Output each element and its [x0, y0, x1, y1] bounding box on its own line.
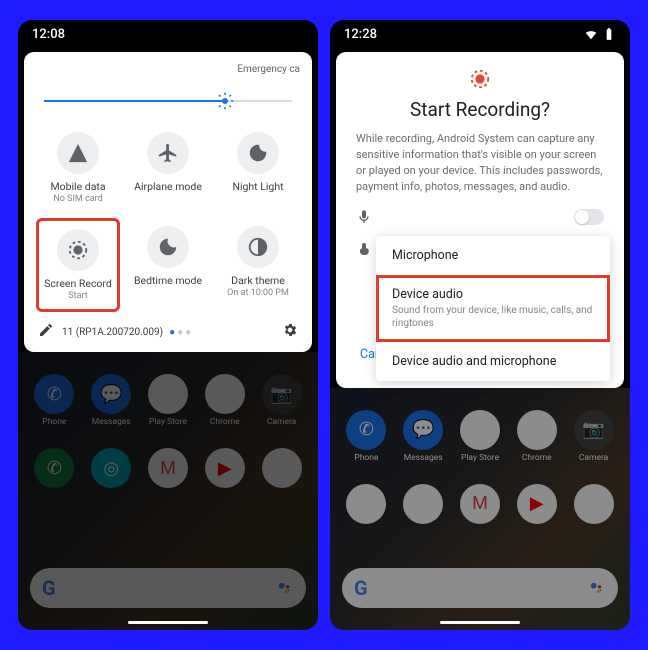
tile-screen-record[interactable]: Screen Record Start	[36, 218, 120, 312]
record-audio-switch[interactable]	[574, 209, 604, 225]
airplane-icon	[147, 132, 189, 174]
app-camera[interactable]: 📷Camera	[255, 374, 309, 427]
emergency-text[interactable]: Emergency ca	[237, 64, 300, 75]
app-camera[interactable]: 📷Camera	[567, 410, 621, 463]
google-icon: G	[354, 576, 368, 600]
dialog-title: Start Recording?	[356, 98, 604, 121]
tile-label: Screen Record	[44, 277, 112, 290]
app-messages[interactable]: 💬Messages	[396, 410, 450, 463]
nav-handle[interactable]	[440, 621, 520, 624]
app-messages[interactable]: 💬Messages	[84, 374, 138, 427]
popup-item-title: Device audio	[392, 287, 594, 302]
app-icon[interactable]: ◎	[84, 448, 138, 488]
tile-sublabel: No SIM card	[53, 194, 102, 204]
app-play-store[interactable]: ▶Play Store	[141, 374, 195, 427]
popup-item-device-audio[interactable]: Device audio Sound from your device, lik…	[376, 275, 610, 342]
app-chrome[interactable]: ◉Chrome	[510, 410, 564, 463]
phone-right: 12:28 Start Recording? While recording, …	[330, 20, 630, 630]
page-indicator: ●●●	[169, 327, 193, 338]
app-icon[interactable]: ◉	[396, 484, 450, 524]
tile-label: Night Light	[232, 180, 283, 193]
start-recording-dialog: Start Recording? While recording, Androi…	[336, 52, 624, 388]
phone-left: 12:08 Emergency ca Mobile data No SIM ca…	[18, 20, 318, 630]
dialog-body: While recording, Android System can capt…	[356, 131, 604, 195]
wifi-icon	[584, 27, 598, 41]
panel-footer: 11 (RP1A.200720.009) ●●●	[36, 322, 300, 342]
brightness-slider[interactable]	[44, 94, 292, 108]
clock: 12:08	[32, 27, 65, 42]
brightness-icon[interactable]	[216, 92, 234, 110]
app-play-store[interactable]: ▶Play Store	[453, 410, 507, 463]
tile-label: Bedtime mode	[134, 274, 202, 287]
dark-theme-icon	[237, 226, 279, 268]
touch-icon	[356, 241, 372, 257]
app-icon[interactable]: ▶	[567, 484, 621, 524]
app-icon[interactable]: M	[453, 484, 507, 524]
app-phone[interactable]: ✆Phone	[339, 410, 393, 463]
home-screen: ✆Phone 💬Messages ▶Play Store ◉Chrome 📷Ca…	[330, 388, 630, 630]
edit-icon[interactable]	[38, 322, 54, 342]
app-chrome[interactable]: ◉Chrome	[198, 374, 252, 427]
assistant-icon[interactable]	[586, 578, 606, 598]
nav-handle[interactable]	[128, 621, 208, 624]
status-bar: 12:08	[18, 20, 318, 48]
tile-sublabel: On at 10:00 PM	[227, 288, 289, 298]
record-icon	[469, 68, 491, 90]
battery-icon	[602, 27, 616, 41]
signal-icon	[57, 132, 99, 174]
audio-source-popup: Microphone Device audio Sound from your …	[376, 236, 610, 381]
tile-airplane-mode[interactable]: Airplane mode	[126, 124, 210, 212]
app-phone[interactable]: ✆Phone	[27, 374, 81, 427]
moon-icon	[237, 132, 279, 174]
status-bar: 12:28	[330, 20, 630, 48]
tile-label: Dark theme	[231, 274, 285, 287]
settings-gear-icon[interactable]	[282, 322, 298, 342]
popup-item-title: Microphone	[392, 248, 594, 263]
tile-bedtime-mode[interactable]: Bedtime mode	[126, 218, 210, 312]
popup-item-device-audio-mic[interactable]: Device audio and microphone	[376, 342, 610, 381]
app-icon[interactable]: ▶	[198, 448, 252, 488]
app-icon[interactable]: ✦	[339, 484, 393, 524]
app-icon[interactable]: ▶	[255, 448, 309, 488]
clock: 12:28	[344, 27, 377, 42]
bedtime-icon	[147, 226, 189, 268]
record-audio-row[interactable]	[356, 209, 604, 225]
tile-label: Mobile data	[50, 180, 105, 193]
app-icon[interactable]: ✆	[27, 448, 81, 488]
mic-icon	[356, 209, 372, 225]
app-icon[interactable]: ▶	[510, 484, 564, 524]
tile-night-light[interactable]: Night Light	[216, 124, 300, 212]
tile-label: Airplane mode	[134, 180, 202, 193]
tile-mobile-data[interactable]: Mobile data No SIM card	[36, 124, 120, 212]
search-bar[interactable]: G	[342, 568, 618, 608]
popup-item-title: Device audio and microphone	[392, 354, 594, 369]
build-number: 11 (RP1A.200720.009)	[62, 327, 163, 338]
record-icon	[57, 229, 99, 271]
slider-fill	[44, 100, 225, 102]
home-screen: ✆Phone 💬Messages ▶Play Store ◉Chrome 📷Ca…	[18, 352, 318, 630]
tiles-grid: Mobile data No SIM card Airplane mode Ni…	[36, 124, 300, 312]
tile-sublabel: Start	[68, 291, 87, 301]
google-icon: G	[42, 576, 56, 600]
popup-item-microphone[interactable]: Microphone	[376, 236, 610, 275]
popup-item-sub: Sound from your device, like music, call…	[392, 304, 594, 330]
tile-dark-theme[interactable]: Dark theme On at 10:00 PM	[216, 218, 300, 312]
search-bar[interactable]: G	[30, 568, 306, 608]
assistant-icon[interactable]	[274, 578, 294, 598]
app-icon[interactable]: M	[141, 448, 195, 488]
quick-settings-panel: Emergency ca Mobile data No SIM card Air…	[24, 52, 312, 352]
